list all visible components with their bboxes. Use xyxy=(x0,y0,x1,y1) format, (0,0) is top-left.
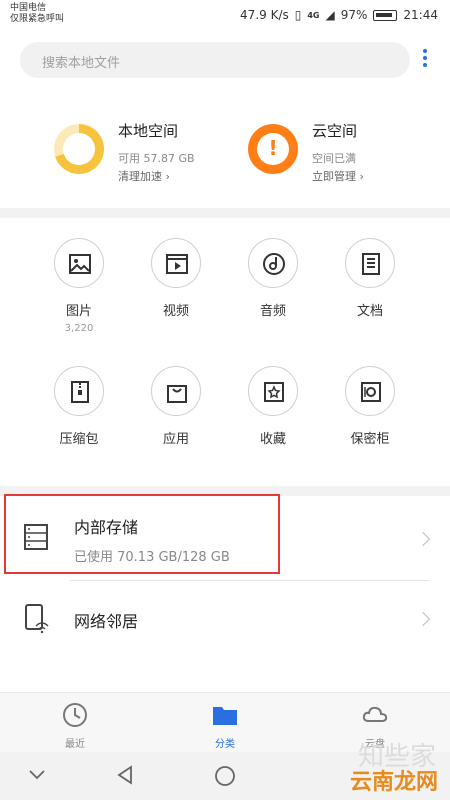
section-divider xyxy=(0,208,450,218)
local-storage-available: 可用 57.87 GB xyxy=(118,152,195,165)
category-label: 文档 xyxy=(356,304,383,319)
clock-time: 21:44 xyxy=(403,8,438,22)
status-bar: 中国电信 仅限紧急呼叫 47.9 K/s ▯ 4G ◢ 97% 21:44 xyxy=(0,0,450,32)
tab-recent[interactable]: 最近 xyxy=(35,701,115,750)
tab-label: 最近 xyxy=(65,739,85,750)
battery-percent: 97% xyxy=(340,8,368,22)
category-documents[interactable]: 文档 xyxy=(330,238,410,319)
carrier-name: 中国电信 xyxy=(10,3,47,13)
search-placeholder: 搜索本地文件 xyxy=(42,56,121,71)
app-bag-icon xyxy=(167,385,187,403)
network-device-icon xyxy=(25,604,49,634)
local-storage-ring-icon[interactable] xyxy=(54,124,104,174)
category-count: 3,220 xyxy=(64,323,94,334)
search-input[interactable]: 搜索本地文件 xyxy=(20,42,410,78)
network-neighbors-title: 网络邻居 xyxy=(74,612,139,631)
more-options-icon[interactable] xyxy=(418,46,432,74)
highlight-annotation xyxy=(4,494,280,574)
cloud-space-title[interactable]: 云空间 xyxy=(312,120,357,141)
category-label: 应用 xyxy=(162,432,189,447)
category-videos[interactable]: 视频 xyxy=(136,238,216,319)
category-images[interactable]: 图片 3,220 xyxy=(39,238,119,334)
hide-nav-chevron-icon[interactable] xyxy=(28,768,46,782)
category-label: 音频 xyxy=(259,304,286,319)
network-type: 4G xyxy=(307,10,320,20)
battery-icon xyxy=(373,9,398,21)
category-archives[interactable]: 压缩包 xyxy=(39,366,119,447)
carrier-status: 仅限紧急呼叫 xyxy=(10,14,65,24)
video-icon xyxy=(166,254,188,274)
row-divider xyxy=(70,580,430,581)
network-speed: 47.9 K/s xyxy=(240,8,289,22)
vibrate-icon: ▯ xyxy=(294,8,302,22)
music-icon xyxy=(263,253,285,275)
category-favorites[interactable]: 收藏 xyxy=(233,366,313,447)
category-label: 保密柜 xyxy=(350,432,390,447)
cloud-icon xyxy=(362,706,388,722)
back-icon[interactable] xyxy=(114,764,136,786)
carrier-info: 中国电信 仅限紧急呼叫 xyxy=(10,3,64,25)
cloud-warning-icon[interactable]: ! xyxy=(248,124,298,174)
clean-speedup-link[interactable]: 清理加速 › xyxy=(118,168,170,184)
tab-label: 分类 xyxy=(215,739,235,750)
chevron-right-icon xyxy=(415,611,431,627)
manage-now-link[interactable]: 立即管理 › xyxy=(312,168,364,184)
chevron-right-icon xyxy=(415,531,431,547)
tab-categories[interactable]: 分类 xyxy=(185,701,265,750)
status-indicators: 47.9 K/s ▯ 4G ◢ 97% 21:44 xyxy=(240,8,438,22)
safe-icon xyxy=(361,382,381,402)
folder-icon xyxy=(213,707,237,725)
category-safe[interactable]: 保密柜 xyxy=(330,366,410,447)
category-label: 收藏 xyxy=(259,432,286,447)
category-label: 图片 xyxy=(65,304,92,319)
category-label: 压缩包 xyxy=(59,432,99,447)
category-audio[interactable]: 音频 xyxy=(233,238,313,319)
clock-icon xyxy=(63,703,87,727)
category-apps[interactable]: 应用 xyxy=(136,366,216,447)
document-icon xyxy=(362,253,380,275)
network-neighbors-row[interactable]: 网络邻居 xyxy=(0,584,450,654)
home-icon[interactable] xyxy=(213,764,237,788)
category-label: 视频 xyxy=(162,304,189,319)
image-icon xyxy=(69,254,91,274)
watermark: 云南龙网 xyxy=(349,770,438,795)
cloud-space-status: 空间已满 xyxy=(312,152,356,165)
star-icon xyxy=(264,382,284,402)
signal-icon: ◢ xyxy=(325,8,335,22)
archive-icon xyxy=(71,381,89,403)
local-storage-title[interactable]: 本地空间 xyxy=(118,120,178,141)
